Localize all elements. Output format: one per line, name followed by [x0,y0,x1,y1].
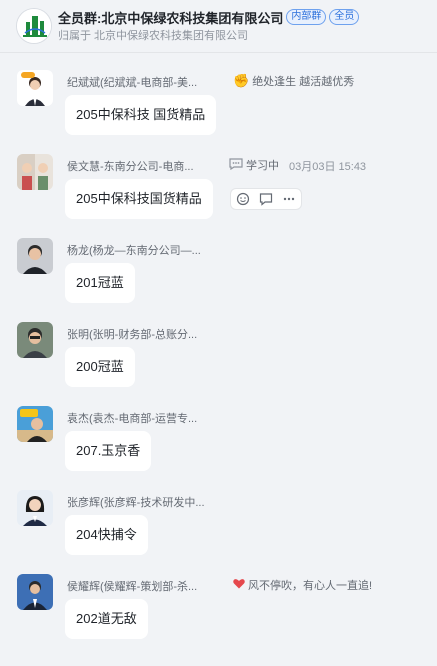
avatar[interactable] [17,70,53,106]
message-bubble[interactable]: 205中保科技国货精品 [65,179,213,219]
message-actions-toolbar [230,188,302,210]
sender-name[interactable]: 侯耀辉(侯耀辉-策划部-杀... [67,578,197,594]
message-bubble[interactable]: 207.玉京香 [65,431,152,471]
user-status: 学习中 [229,157,279,173]
all-members-badge: 全员 [329,9,360,25]
message-timestamp: 03月03日 15:43 [289,161,367,173]
avatar[interactable] [17,406,53,442]
avatar[interactable] [17,238,53,274]
message-bubble[interactable]: 202道无敌 [65,599,148,639]
group-owner-subtitle: 归属于 北京中保绿农科技集团有限公司 [58,30,249,42]
sender-name[interactable]: 杨龙(杨龙—东南分公司—... [67,242,201,258]
group-avatar[interactable] [16,8,52,44]
clap-hands-icon: ✊ [233,73,250,88]
sender-name[interactable]: 张彦辉(张彦辉-技术研发中... [67,494,205,510]
reaction-icon[interactable] [234,190,252,208]
sender-name[interactable]: 侯文慧-东南分公司-电商... [67,158,194,174]
sender-name[interactable]: 张明(张明-财务部-总账分... [67,326,197,342]
internal-group-badge: 内部群 [286,9,327,25]
user-status: 风不停吹，有心人一直追! [233,577,372,593]
title-row: 全员群:北京中保绿农科技集团有限公司 内部群 全员 [58,8,360,27]
message-bubble[interactable]: 204快捕令 [65,515,148,555]
chat-bubble-icon [229,157,243,173]
avatar[interactable] [17,322,53,358]
message-bubble[interactable]: 205中保科技 国货精品 [65,95,217,135]
chat-header: 全员群:北京中保绿农科技集团有限公司 内部群 全员 归属于 北京中保绿农科技集团… [0,0,437,53]
message-bubble[interactable]: 201冠蓝 [65,263,135,303]
group-title[interactable]: 全员群:北京中保绿农科技集团有限公司 [58,8,283,27]
sender-name[interactable]: 袁杰(袁杰-电商部-运营专... [67,410,197,426]
avatar[interactable] [17,490,53,526]
reply-icon[interactable] [257,190,275,208]
sender-name[interactable]: 纪斌斌(纪斌斌-电商部-美... [67,74,197,90]
avatar[interactable] [17,574,53,610]
user-status: ✊ 绝处逢生 越活越优秀 [233,73,355,88]
heart-icon [233,578,245,592]
avatar[interactable] [17,154,53,190]
message-bubble[interactable]: 200冠蓝 [65,347,135,387]
more-icon[interactable] [280,190,298,208]
